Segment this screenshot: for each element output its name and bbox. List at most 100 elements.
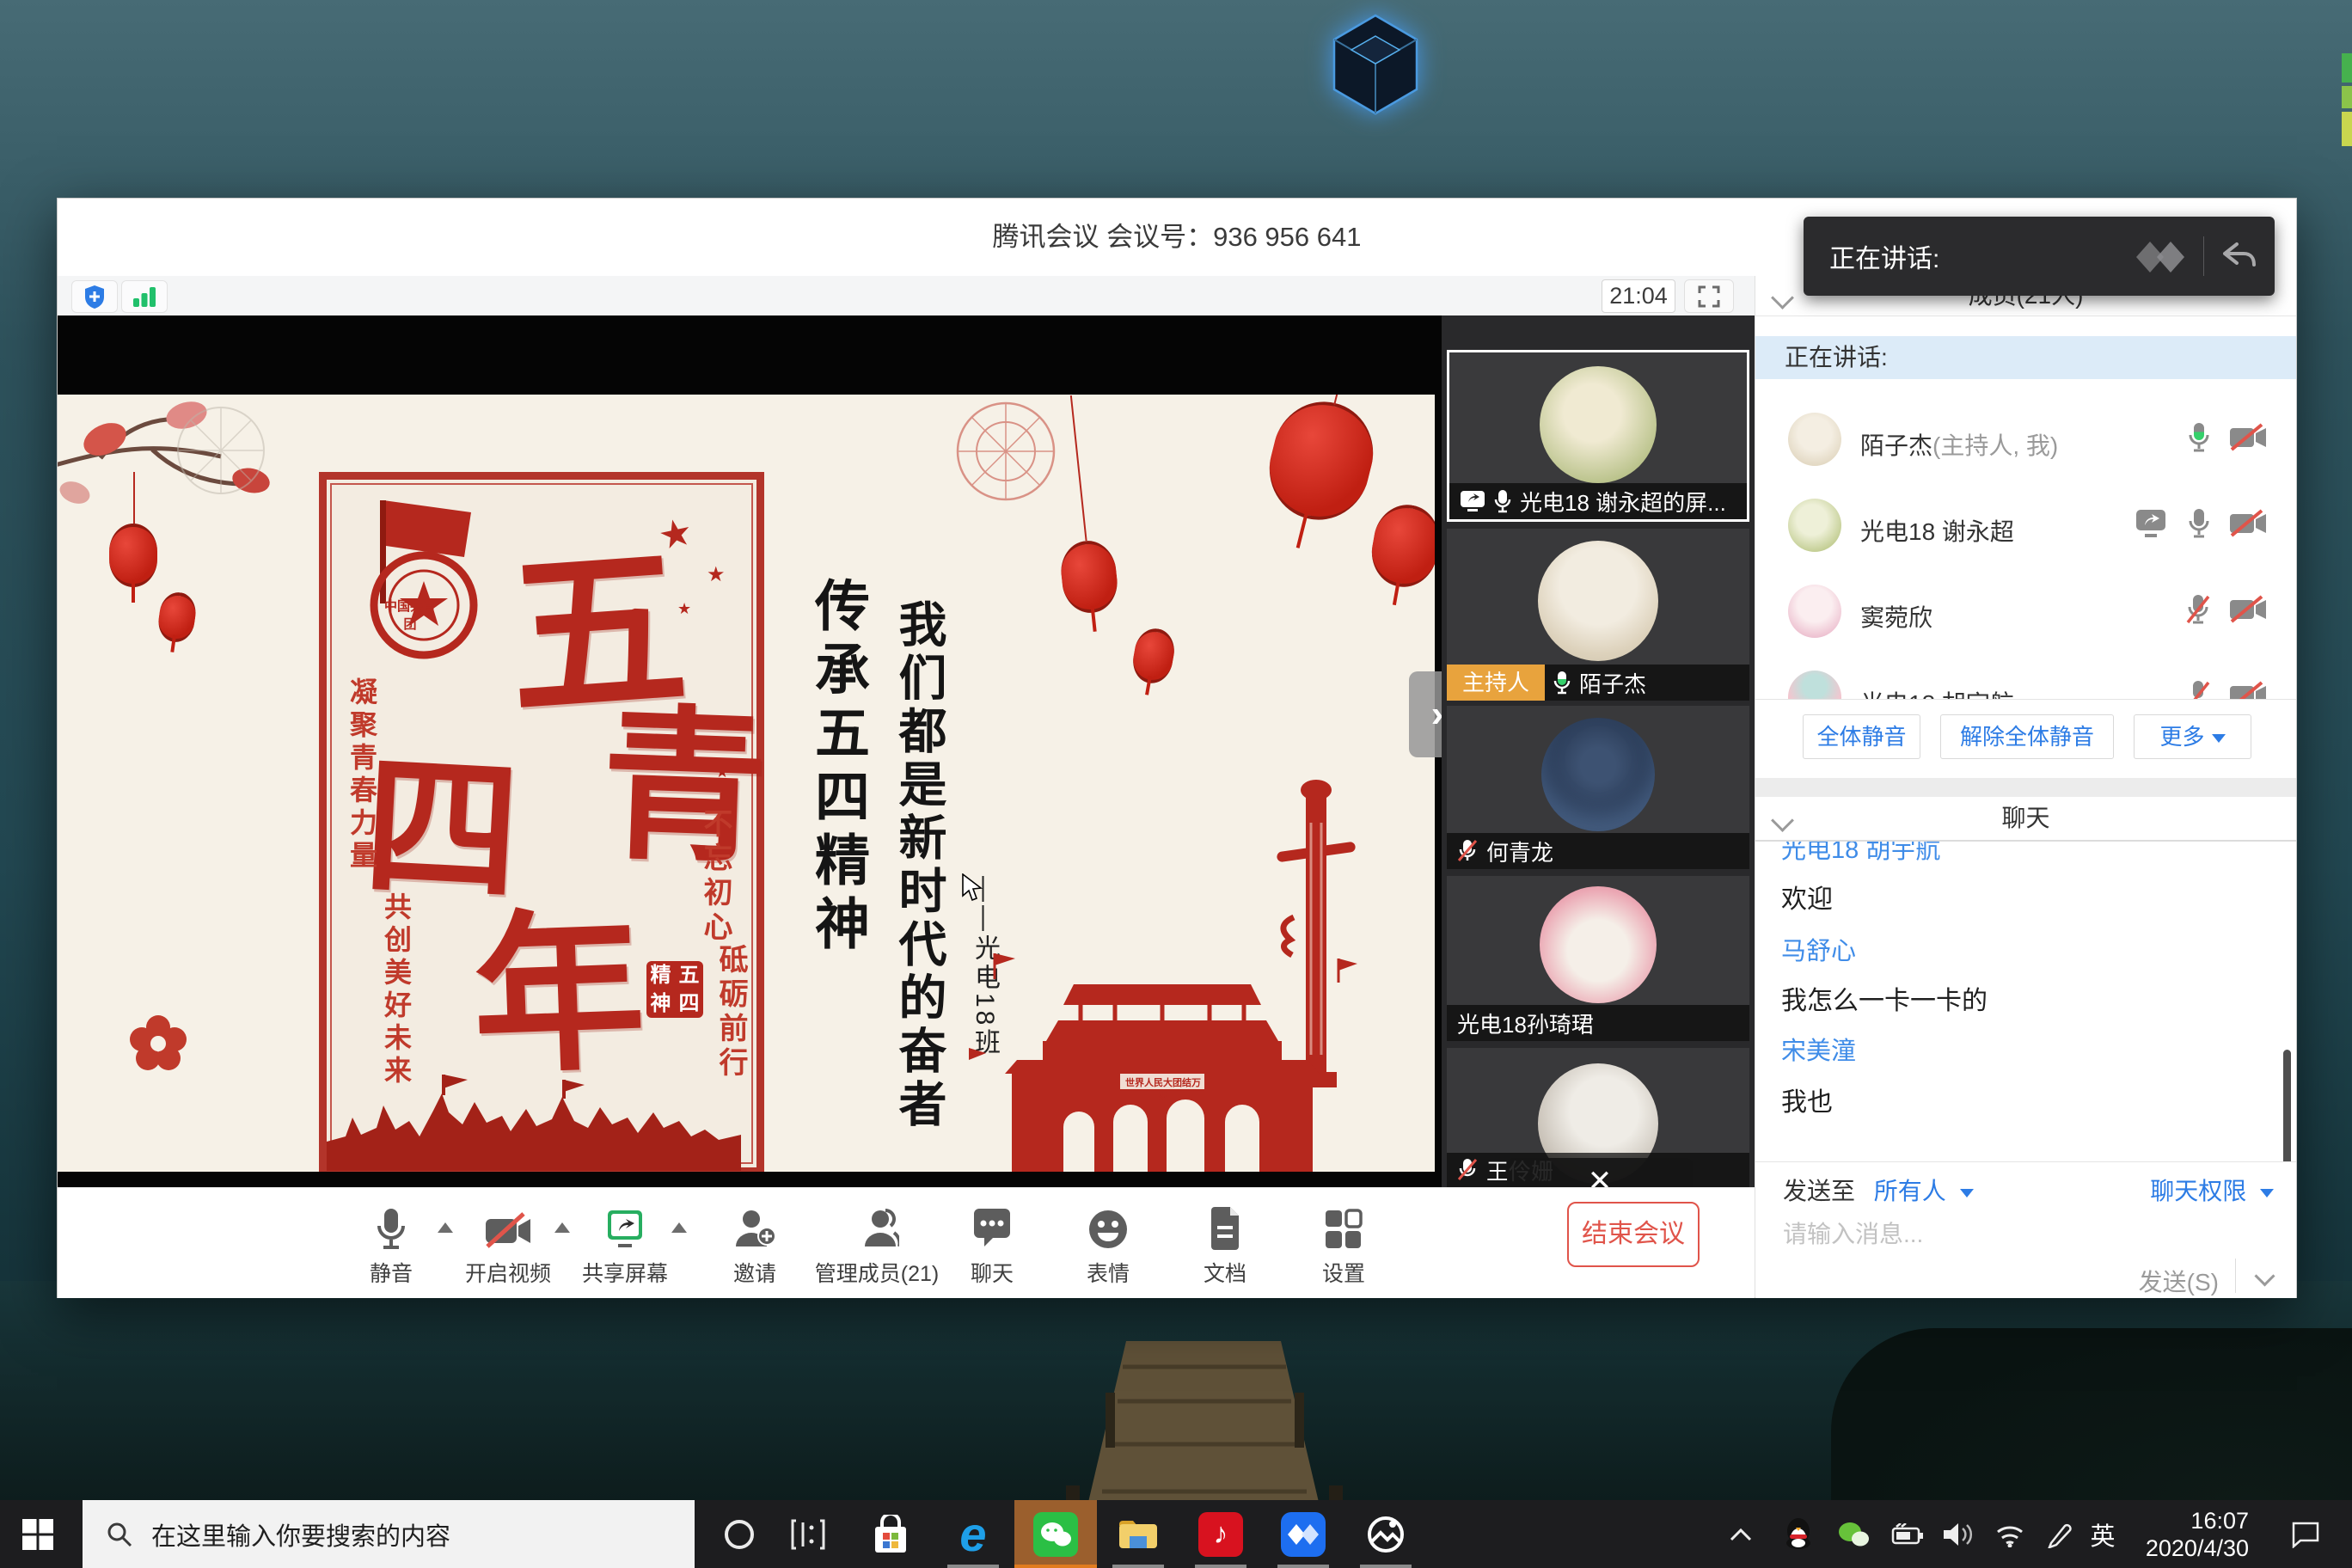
taskbar-app-photos[interactable] [1344, 1500, 1427, 1568]
settings-grid-icon [1324, 1209, 1363, 1250]
poster-lantern-small-left2 [156, 590, 199, 644]
share-screen-button[interactable]: 共享屏幕 [573, 1200, 677, 1288]
video-tile[interactable]: 何青龙 [1447, 706, 1749, 869]
poster-subline: 我们都是新时代的奋者 [885, 599, 954, 1132]
manage-members-button[interactable]: 管理成员(21) [812, 1200, 941, 1288]
action-center-button[interactable] [2271, 1500, 2340, 1568]
reply-arrow-icon[interactable] [2220, 239, 2259, 273]
tray-battery[interactable] [1881, 1500, 1932, 1568]
tray-wechat[interactable] [1826, 1500, 1881, 1568]
chat-permission-button[interactable]: 聊天权限 [2150, 1173, 2274, 1207]
tray-qq[interactable] [1771, 1500, 1826, 1568]
taskbar-app-explorer[interactable] [1097, 1500, 1179, 1568]
task-view-button[interactable] [767, 1500, 849, 1568]
video-tile[interactable]: 光电18孙琦珺 [1447, 876, 1749, 1041]
tray-volume[interactable] [1932, 1500, 1984, 1568]
manage-members-label: 管理成员(21) [815, 1262, 939, 1286]
mic-muted-icon[interactable] [2186, 594, 2210, 625]
docs-label: 文档 [1204, 1262, 1246, 1286]
network-quality-button[interactable] [121, 280, 168, 313]
taskbar-app-netease-music[interactable]: ♪ [1179, 1500, 1262, 1568]
video-tile-sharing[interactable]: 光电18 谢永超的屏... [1447, 350, 1749, 522]
screen-share-icon[interactable] [2135, 508, 2169, 539]
send-to-value[interactable]: 所有人 [1874, 1178, 1946, 1204]
send-options-caret[interactable] [2254, 1265, 2275, 1286]
fullscreen-button[interactable] [1684, 279, 1734, 313]
tray-wifi[interactable] [1984, 1500, 2036, 1568]
invite-person-icon [734, 1209, 775, 1250]
desktop-cube-logo[interactable] [1324, 10, 1427, 122]
speaking-popup[interactable]: 正在讲话: [1804, 217, 2275, 296]
chevron-down-icon[interactable] [1771, 809, 1794, 832]
tray-expand-button[interactable] [1711, 1500, 1771, 1568]
stamp-char: 五 [675, 961, 703, 989]
mic-muted-icon[interactable] [2186, 680, 2210, 699]
chat-header[interactable]: 聊天 [1755, 797, 2296, 842]
mute-button[interactable]: 静音 [340, 1200, 443, 1288]
member-row[interactable]: 窦菀欣 [1755, 568, 2296, 654]
invite-button[interactable]: 邀请 [703, 1200, 806, 1288]
settings-label: 设置 [1322, 1262, 1365, 1286]
poster-seal-stamp: 精 五 神 四 [646, 961, 703, 1018]
tray-clock[interactable]: 16:07 2020/4/30 [2146, 1507, 2249, 1562]
mic-active-icon[interactable] [2188, 422, 2210, 453]
camera-off-icon[interactable] [2229, 423, 2267, 452]
tile-name: 光电18孙琦珺 [1457, 1008, 1594, 1039]
member-row[interactable]: 陌子杰(主持人, 我) [1755, 396, 2296, 482]
mic-muted-icon [1457, 839, 1478, 863]
meeting-toolbar: 静音 开启视频 共享屏幕 [58, 1187, 1755, 1298]
settings-button[interactable]: 设置 [1292, 1200, 1395, 1288]
screen-share-icon [1460, 490, 1485, 512]
docs-button[interactable]: 文档 [1173, 1200, 1277, 1288]
taskbar-app-edge[interactable]: e [932, 1500, 1014, 1568]
poster-bigchar-3: 青 [599, 702, 770, 873]
taskbar-app-store[interactable] [849, 1500, 932, 1568]
video-tile-host[interactable]: 主持人 陌子杰 [1447, 529, 1749, 701]
send-to-label: 发送至 [1783, 1178, 1855, 1204]
member-row[interactable]: 光电18 胡宇航 [1755, 654, 2296, 699]
member-name: 陌子杰 [1860, 432, 1932, 459]
start-button[interactable] [0, 1500, 76, 1568]
send-button[interactable]: 发送(S) [2139, 1264, 2219, 1298]
poster-right-cal-2: 砥砺前行 [710, 944, 752, 1081]
chat-sender: 马舒心 [1781, 931, 1856, 967]
task-view-icon [791, 1517, 825, 1552]
taskbar-app-wechat-active[interactable] [1014, 1500, 1097, 1568]
pen-icon [2046, 1521, 2073, 1548]
emoji-button[interactable]: 表情 [1057, 1200, 1160, 1288]
chat-message-list[interactable]: 光电18 胡宇航 欢迎 马舒心 我怎么一卡一卡的 宋美潼 我也 [1755, 842, 2296, 1161]
video-options-caret[interactable] [554, 1222, 570, 1233]
tray-pen[interactable] [2036, 1500, 2084, 1568]
caret-down-icon[interactable] [1960, 1189, 1974, 1197]
camera-off-icon[interactable] [2229, 681, 2267, 699]
meeting-window: 腾讯会议 会议号：936 956 641 21:04 [57, 198, 2297, 1298]
camera-off-icon[interactable] [2229, 595, 2267, 624]
member-row[interactable]: 光电18 谢永超 [1755, 482, 2296, 568]
speaking-popup-label: 正在讲话: [1829, 237, 2136, 275]
meeting-security-button[interactable] [71, 280, 118, 313]
poster-lantern-big [1259, 395, 1384, 530]
avatar [1788, 585, 1841, 638]
video-tile[interactable]: 王伶姗 ✕ [1447, 1048, 1749, 1187]
taskbar-app-meeting[interactable] [1262, 1500, 1344, 1568]
end-meeting-button[interactable]: 结束会议 [1567, 1202, 1700, 1267]
more-button[interactable]: 更多 [2134, 714, 2251, 759]
tray-input-language[interactable]: 英 [2080, 1500, 2125, 1568]
mute-all-button[interactable]: 全体静音 [1803, 714, 1920, 759]
mic-icon[interactable] [2188, 508, 2210, 539]
caret-down-icon [2212, 734, 2226, 743]
mute-options-caret[interactable] [438, 1222, 453, 1233]
start-video-button[interactable]: 开启视频 [456, 1200, 560, 1288]
chat-input[interactable]: 请输入消息... [1783, 1216, 1923, 1250]
share-options-caret[interactable] [671, 1222, 687, 1233]
unmute-all-button[interactable]: 解除全体静音 [1940, 714, 2114, 759]
camera-off-icon[interactable] [2229, 509, 2267, 538]
chat-message: 欢迎 [1781, 878, 1833, 916]
taskbar-search[interactable]: 在这里输入你要搜索的内容 [83, 1500, 695, 1568]
member-name: 光电18 谢永超 [1860, 518, 2014, 545]
avatar [1540, 366, 1657, 483]
chevron-down-icon[interactable] [1771, 286, 1794, 309]
avatar [1540, 886, 1657, 1003]
chat-button[interactable]: 聊天 [940, 1200, 1044, 1288]
tile-close-popup[interactable]: ✕ [1507, 1158, 1693, 1187]
